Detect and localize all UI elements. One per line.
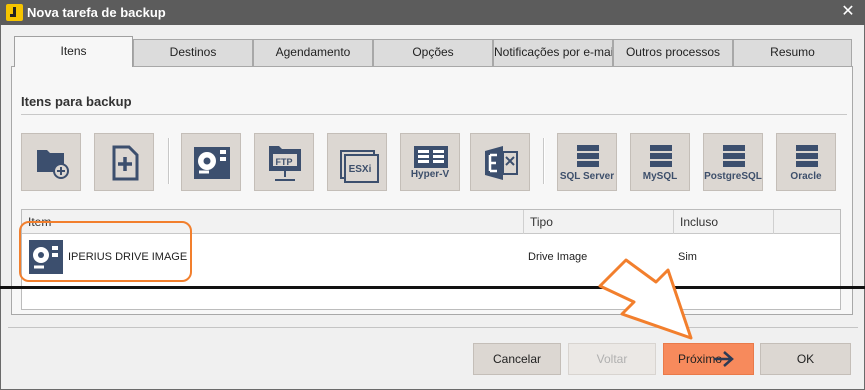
- table-row[interactable]: IPERIUS DRIVE IMAGE Drive Image Sim: [22, 235, 840, 279]
- back-button[interactable]: Voltar: [568, 343, 656, 375]
- section-title: Itens para backup: [21, 94, 132, 109]
- database-icon: [796, 145, 818, 167]
- app-logo-icon: [6, 4, 23, 21]
- esxi-button[interactable]: ESXi: [327, 133, 387, 191]
- grid-header: Item Tipo Incluso: [22, 210, 840, 234]
- items-grid[interactable]: Item Tipo Incluso IPERIUS DRIVE IMAGE Dr…: [21, 209, 841, 310]
- tab-opcoes[interactable]: Opções: [373, 39, 493, 66]
- tab-outros-processos[interactable]: Outros processos: [613, 39, 733, 66]
- tab-agendamento[interactable]: Agendamento: [253, 39, 373, 66]
- postgresql-button[interactable]: PostgreSQL: [703, 133, 763, 191]
- drive-image-icon: [194, 147, 230, 179]
- item-type-cell: Drive Image: [528, 251, 588, 263]
- column-header-incluso[interactable]: Incluso: [674, 210, 774, 234]
- exchange-icon: [485, 146, 518, 180]
- divider: [8, 327, 858, 328]
- exchange-button[interactable]: [470, 133, 530, 191]
- cancel-button[interactable]: Cancelar: [473, 343, 561, 375]
- esxi-icon: [340, 150, 379, 183]
- arrow-right-icon: [714, 351, 734, 367]
- hyper-v-icon: [414, 146, 448, 168]
- title-bar: Nova tarefa de backup ✕: [0, 0, 865, 25]
- column-header-tipo[interactable]: Tipo: [524, 210, 674, 234]
- sql-server-label: SQL Server: [559, 171, 615, 182]
- column-header-item[interactable]: Item: [22, 210, 524, 234]
- database-icon: [577, 145, 599, 167]
- oracle-label: Oracle: [790, 171, 822, 182]
- ftp-button[interactable]: FTP: [254, 133, 314, 191]
- sql-server-button[interactable]: SQL Server: [557, 133, 617, 191]
- ok-button[interactable]: OK: [760, 343, 851, 375]
- tab-resumo[interactable]: Resumo: [733, 39, 852, 66]
- mysql-button[interactable]: MySQL: [630, 133, 690, 191]
- tab-itens[interactable]: Itens: [14, 36, 133, 67]
- database-icon: [723, 145, 745, 167]
- hyper-v-button[interactable]: Hyper-V: [400, 133, 460, 191]
- toolbar-separator: [168, 138, 170, 184]
- mysql-label: MySQL: [642, 171, 678, 182]
- ftp-label: FTP: [275, 157, 293, 167]
- tab-notificacoes[interactable]: Notificações por e-mail: [493, 39, 613, 66]
- drive-image-icon: [29, 240, 63, 274]
- oracle-button[interactable]: Oracle: [776, 133, 836, 191]
- next-button[interactable]: Próximo: [663, 343, 754, 375]
- overlay-line: [0, 286, 865, 289]
- postgresql-label: PostgreSQL: [704, 171, 762, 182]
- drive-image-button[interactable]: [181, 133, 241, 191]
- hyper-v-label: Hyper-V: [410, 169, 450, 180]
- item-name-cell: IPERIUS DRIVE IMAGE: [68, 251, 188, 263]
- add-folder-icon: [37, 150, 69, 179]
- toolbar-separator: [543, 138, 545, 184]
- add-file-icon: [112, 145, 139, 181]
- esxi-label: ESXi: [348, 164, 372, 175]
- add-folder-button[interactable]: [21, 133, 81, 191]
- item-included-cell: Sim: [678, 251, 697, 263]
- add-file-button[interactable]: [94, 133, 154, 191]
- database-icon: [650, 145, 672, 167]
- close-button[interactable]: ✕: [837, 2, 859, 22]
- divider: [21, 114, 847, 115]
- tab-destinos[interactable]: Destinos: [133, 39, 253, 66]
- window-title: Nova tarefa de backup: [27, 5, 166, 20]
